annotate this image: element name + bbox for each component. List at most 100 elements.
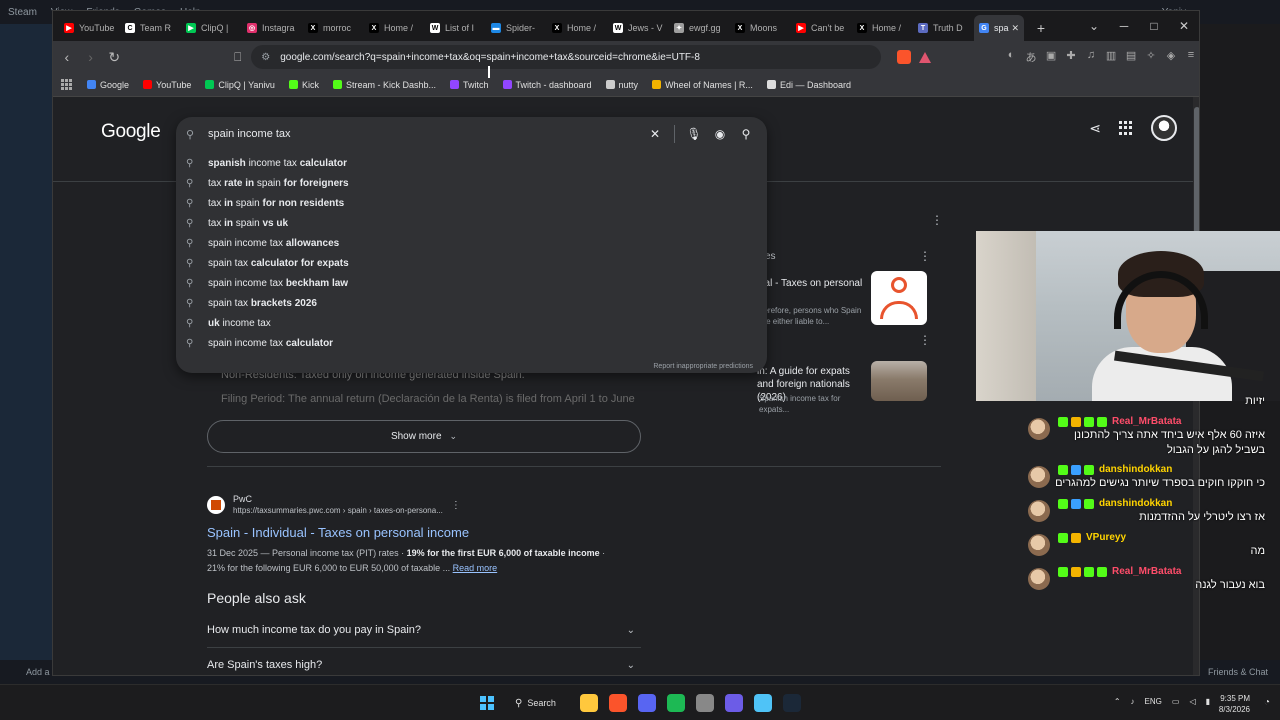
search-suggestion[interactable]: ⚲ tax rate in spain for foreigners — [176, 173, 767, 193]
search-suggestion[interactable]: ⚲ uk income tax — [176, 313, 767, 333]
source-menu-icon[interactable]: ⋮ — [919, 333, 931, 347]
show-more-button[interactable]: Show more ⌄ — [207, 420, 641, 453]
taskbar-app-icon[interactable] — [696, 694, 714, 712]
browser-tab[interactable]: X Moons — [730, 15, 791, 41]
tray-chevron-icon[interactable]: ⌃ — [1114, 697, 1121, 706]
battery-icon[interactable]: ▮ — [1206, 697, 1210, 706]
bookmark-item[interactable]: Kick — [288, 80, 319, 90]
browser-tab[interactable]: C Team R — [120, 15, 181, 41]
reload-icon[interactable]: ↻ — [104, 47, 124, 67]
search-suggestion[interactable]: ⚲ tax in spain vs uk — [176, 213, 767, 233]
taskbar-app-icon[interactable] — [783, 694, 801, 712]
taskbar-app-icon[interactable] — [754, 694, 772, 712]
browser-tab[interactable]: Gspa ✕ — [974, 15, 1024, 41]
close-window-icon[interactable]: ✕ — [1169, 19, 1199, 33]
result-title-link[interactable]: Spain - Individual - Taxes on personal i… — [207, 525, 647, 540]
read-more-link[interactable]: Read more — [453, 563, 498, 573]
extension-icon[interactable]: ▣ — [1041, 49, 1061, 65]
sources-menu-icon[interactable]: ⋮ — [919, 249, 931, 263]
translate-icon[interactable]: あ — [1021, 49, 1041, 65]
taskbar-app-icon[interactable] — [725, 694, 743, 712]
brave-shields-icon[interactable] — [897, 50, 912, 64]
bookmark-item[interactable]: ClipQ | Yanivu — [205, 80, 275, 90]
apps-icon[interactable] — [61, 78, 73, 91]
network-icon[interactable]: ▭ — [1172, 697, 1180, 706]
menu-icon[interactable]: ≡ — [1181, 49, 1199, 65]
browser-tab[interactable]: Xmorroc — [303, 15, 364, 41]
paa-question[interactable]: Are Spain's taxes high? ⌄ — [207, 648, 641, 675]
browser-tab[interactable]: ▶ YouTube — [59, 15, 120, 41]
taskbar-clock[interactable]: 9:35 PM 8/3/2026 — [1219, 693, 1250, 715]
browser-tab[interactable]: ◎ Instagra — [242, 15, 303, 41]
browser-tab[interactable]: T Truth D — [913, 15, 974, 41]
google-apps-icon[interactable] — [1119, 121, 1133, 135]
taskbar-app-icon[interactable] — [638, 694, 656, 712]
bookmark-item[interactable]: Google — [87, 80, 129, 90]
source-title-1[interactable]: ual - Taxes on personal — [759, 277, 869, 290]
taskbar-app-icon[interactable] — [667, 694, 685, 712]
sidebar-icon[interactable]: ▥ — [1101, 49, 1121, 65]
ai-icon[interactable]: ✧ — [1141, 49, 1161, 65]
browser-tab[interactable]: W List of I — [425, 15, 486, 41]
result-source[interactable]: PwC https://taxsummaries.pwc.com › spain… — [207, 493, 647, 517]
start-icon[interactable] — [480, 696, 494, 710]
wallet-icon[interactable]: ▤ — [1121, 49, 1141, 65]
forward-icon[interactable]: › — [81, 47, 101, 67]
taskbar-app-icon[interactable] — [609, 694, 627, 712]
search-suggestion[interactable]: ⚲ spain income tax calculator — [176, 333, 767, 353]
more-options-icon[interactable]: ⋮ — [931, 213, 943, 227]
taskbar-search[interactable]: ⚲ Search — [515, 694, 556, 712]
friends-chat-button[interactable]: Friends & Chat — [1208, 667, 1268, 677]
mic-icon[interactable]: ♪ — [1131, 697, 1135, 706]
search-suggestion[interactable]: ⚲ spain tax calculator for expats — [176, 253, 767, 273]
search-suggestion[interactable]: ⚲ spain income tax allowances — [176, 233, 767, 253]
search-suggestion[interactable]: ⚲ tax in spain for non residents — [176, 193, 767, 213]
search-suggestion[interactable]: ⚲ spain income tax beckham law — [176, 273, 767, 293]
share-icon[interactable]: ⋖ — [1089, 120, 1101, 137]
back-icon[interactable]: ‹ — [57, 47, 77, 67]
account-avatar[interactable] — [1151, 115, 1177, 141]
report-predictions-link[interactable]: Report inappropriate predictions — [653, 363, 753, 370]
taskbar-app-icon[interactable] — [580, 694, 598, 712]
new-tab-icon[interactable]: + — [1030, 17, 1052, 39]
bookmark-item[interactable]: Twitch - dashboard — [502, 80, 592, 90]
browser-tab[interactable]: ▶ Can't be — [791, 15, 852, 41]
bookmark-item[interactable]: Edi — Dashboard — [766, 80, 851, 90]
puzzle-icon[interactable]: ✚ — [1061, 49, 1081, 65]
browser-tab[interactable]: ✦ ewgf.gg — [669, 15, 730, 41]
language-indicator[interactable]: ENG — [1145, 697, 1162, 706]
bookmark-item[interactable]: nutty — [605, 80, 638, 90]
bookmark-item[interactable]: Twitch — [449, 80, 489, 90]
search-suggestion[interactable]: ⚲ spain tax brackets 2026 — [176, 293, 767, 313]
notification-icon[interactable]: ◔ — [1264, 697, 1270, 708]
browser-tab[interactable]: X Home / — [547, 15, 608, 41]
steam-menu-steam[interactable]: Steam — [8, 7, 37, 18]
search-suggestion[interactable]: ⚲ spanish income tax calculator — [176, 153, 767, 173]
browser-tab[interactable]: ▶ ClipQ | — [181, 15, 242, 41]
result-menu-icon[interactable]: ⋮ — [451, 500, 461, 511]
lens-icon[interactable]: ◉ — [707, 127, 733, 141]
tab-search-icon[interactable]: ⌄ — [1079, 19, 1109, 33]
paa-question[interactable]: How much income tax do you pay in Spain?… — [207, 613, 641, 648]
volume-icon[interactable]: ◁ — [1189, 697, 1195, 706]
minimize-icon[interactable]: ─ — [1109, 19, 1139, 33]
search-submit-icon[interactable]: ⚲ — [733, 127, 759, 141]
music-icon[interactable]: ♫ — [1081, 49, 1101, 65]
browser-tab[interactable]: ▬ Spider- — [486, 15, 547, 41]
brave-rewards-icon[interactable] — [919, 51, 932, 63]
browser-tab[interactable]: X Home / — [852, 15, 913, 41]
site-info-icon[interactable]: ⚙ — [261, 52, 270, 63]
maximize-icon[interactable]: □ — [1139, 19, 1169, 33]
bookmark-item[interactable]: Wheel of Names | R... — [652, 80, 753, 90]
city-thumbnail[interactable] — [871, 361, 927, 401]
google-logo[interactable]: Google — [101, 121, 161, 143]
bookmark-item[interactable]: Stream - Kick Dashb... — [332, 80, 436, 90]
browser-tab[interactable]: W Jews - V — [608, 15, 669, 41]
close-tab-icon[interactable]: ✕ — [1011, 23, 1019, 34]
clear-icon[interactable]: ✕ — [642, 127, 668, 141]
address-bar[interactable]: ⚙ google.com/search?q=spain+income+tax&o… — [251, 45, 882, 69]
search-input[interactable]: spain income tax — [208, 128, 291, 140]
bookmark-icon[interactable]: ⎕ — [234, 50, 241, 65]
vpn-icon[interactable]: ◈ — [1161, 49, 1181, 65]
person-thumbnail[interactable] — [871, 271, 927, 325]
